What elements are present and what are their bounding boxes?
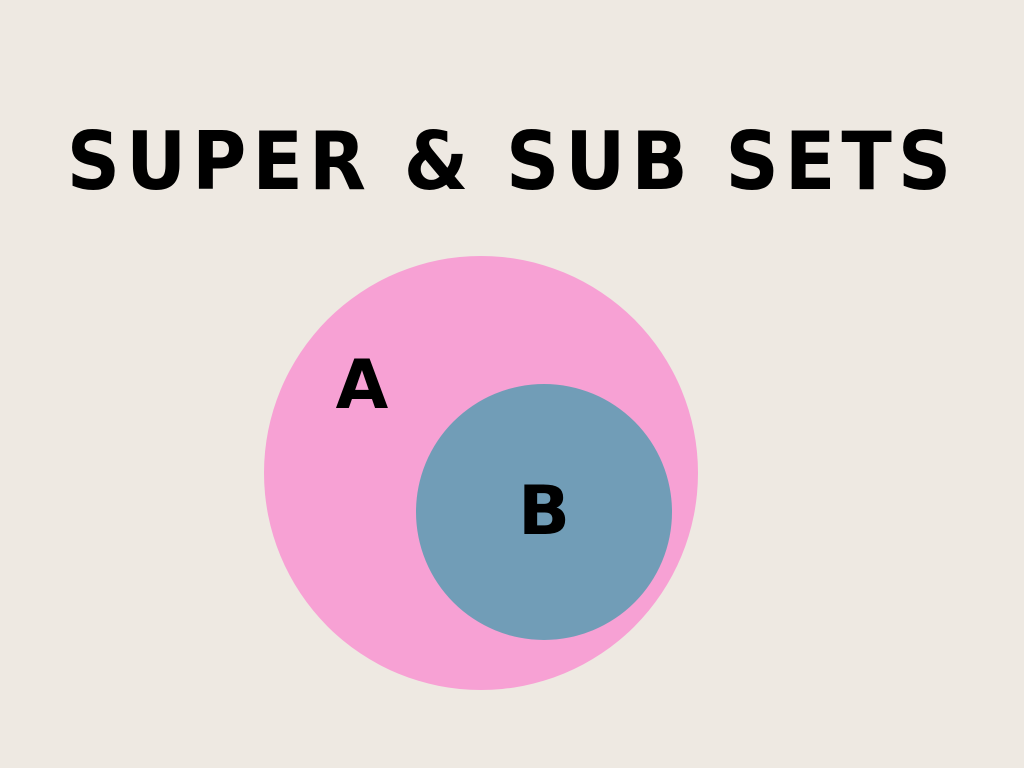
subset-label: B [518,472,570,551]
venn-diagram: A B [264,256,698,690]
superset-label: A [336,346,389,425]
